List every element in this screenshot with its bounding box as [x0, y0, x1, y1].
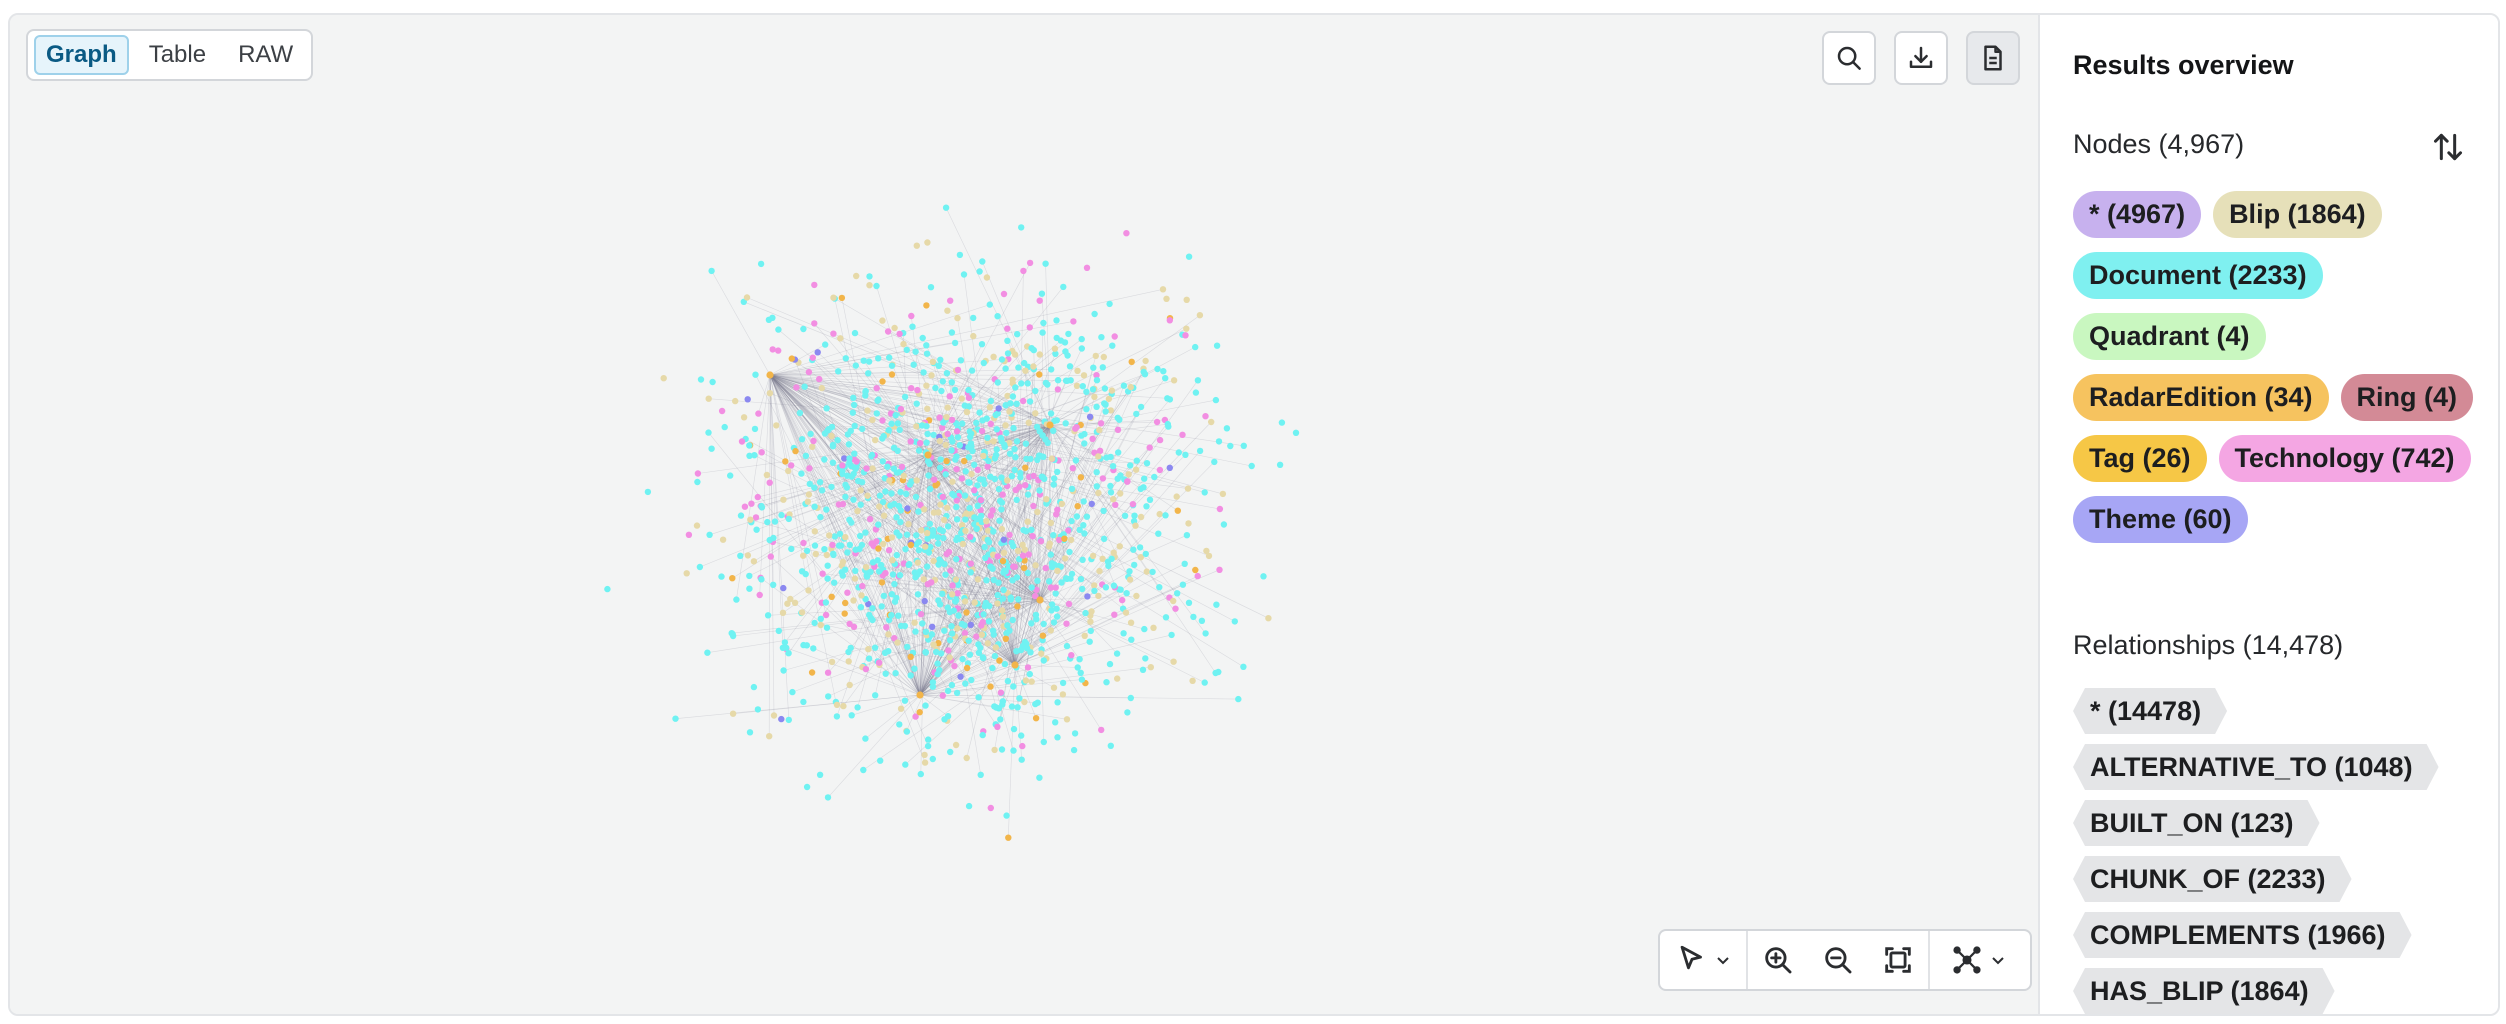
view-raw-tab[interactable]: RAW	[226, 35, 305, 75]
zoom-in-icon	[1765, 947, 1792, 974]
nodes-count-label: Nodes (4,967)	[2073, 129, 2245, 159]
node-label-pill[interactable]: Blip (1864)	[2213, 191, 2382, 238]
layout-button[interactable]	[1930, 931, 2026, 989]
graph-canvas[interactable]: Graph Table RAW	[10, 15, 2038, 1014]
select-mode-button[interactable]	[1660, 931, 1746, 989]
chevron-down-icon	[1992, 957, 2004, 965]
relationship-type-pill[interactable]: COMPLEMENTS (1966)	[2073, 912, 2412, 958]
relationship-type-pill[interactable]: BUILT_ON (123)	[2073, 800, 2320, 846]
layout-icon	[1953, 946, 1981, 974]
relationship-type-list: * (14478) ALTERNATIVE_TO (1048) BUILT_ON (…	[2073, 688, 2493, 1014]
pointer-icon	[1680, 945, 1702, 970]
results-frame: Graph Table RAW Results overview Nodes (…	[8, 13, 2500, 1016]
node-label-list: * (4967) Blip (1864) Document (2233) Quadra…	[2073, 191, 2483, 543]
results-overview-title: Results overview	[2073, 50, 2294, 80]
sort-icon[interactable]	[2428, 127, 2468, 167]
node-label-pill[interactable]: Ring (4)	[2340, 374, 2474, 421]
graph-controls	[1658, 929, 2032, 991]
node-label-pill[interactable]: Quadrant (4)	[2073, 313, 2266, 360]
graph-visualization[interactable]	[10, 15, 2038, 1014]
download-icon	[1909, 46, 1933, 68]
view-graph-tab[interactable]: Graph	[34, 35, 129, 75]
results-overview-panel: Results overview Nodes (4,967) * (4967) B…	[2038, 15, 2498, 1014]
node-label-pill[interactable]: Theme (60)	[2073, 496, 2248, 543]
view-table-tab[interactable]: Table	[137, 35, 218, 75]
fit-to-screen-icon	[1885, 947, 1911, 973]
search-button[interactable]	[1822, 31, 1876, 85]
document-button[interactable]	[1966, 31, 2020, 85]
node-label-pill[interactable]: Tag (26)	[2073, 435, 2207, 482]
search-icon	[1837, 46, 1861, 70]
zoom-out-icon	[1825, 947, 1852, 974]
node-label-pill[interactable]: RadarEdition (34)	[2073, 374, 2329, 421]
relationship-type-pill[interactable]: * (14478)	[2073, 688, 2227, 734]
zoom-in-button[interactable]	[1748, 931, 1808, 989]
view-toggle: Graph Table RAW	[26, 29, 314, 81]
node-label-pill[interactable]: Technology (742)	[2218, 435, 2471, 482]
download-button[interactable]	[1894, 31, 1948, 85]
node-label-pill[interactable]: * (4967)	[2073, 191, 2202, 238]
fit-to-screen-button[interactable]	[1868, 931, 1928, 989]
document-icon	[1984, 45, 2002, 71]
chevron-down-icon	[1717, 957, 1729, 965]
relationship-type-pill[interactable]: CHUNK_OF (2233)	[2073, 856, 2352, 902]
zoom-out-button[interactable]	[1808, 931, 1868, 989]
relationship-type-pill[interactable]: HAS_BLIP (1864)	[2073, 968, 2335, 1014]
relationship-type-pill[interactable]: ALTERNATIVE_TO (1048)	[2073, 744, 2439, 790]
relationships-count-label: Relationships (14,478)	[2073, 630, 2344, 660]
node-label-pill[interactable]: Document (2233)	[2073, 252, 2323, 299]
